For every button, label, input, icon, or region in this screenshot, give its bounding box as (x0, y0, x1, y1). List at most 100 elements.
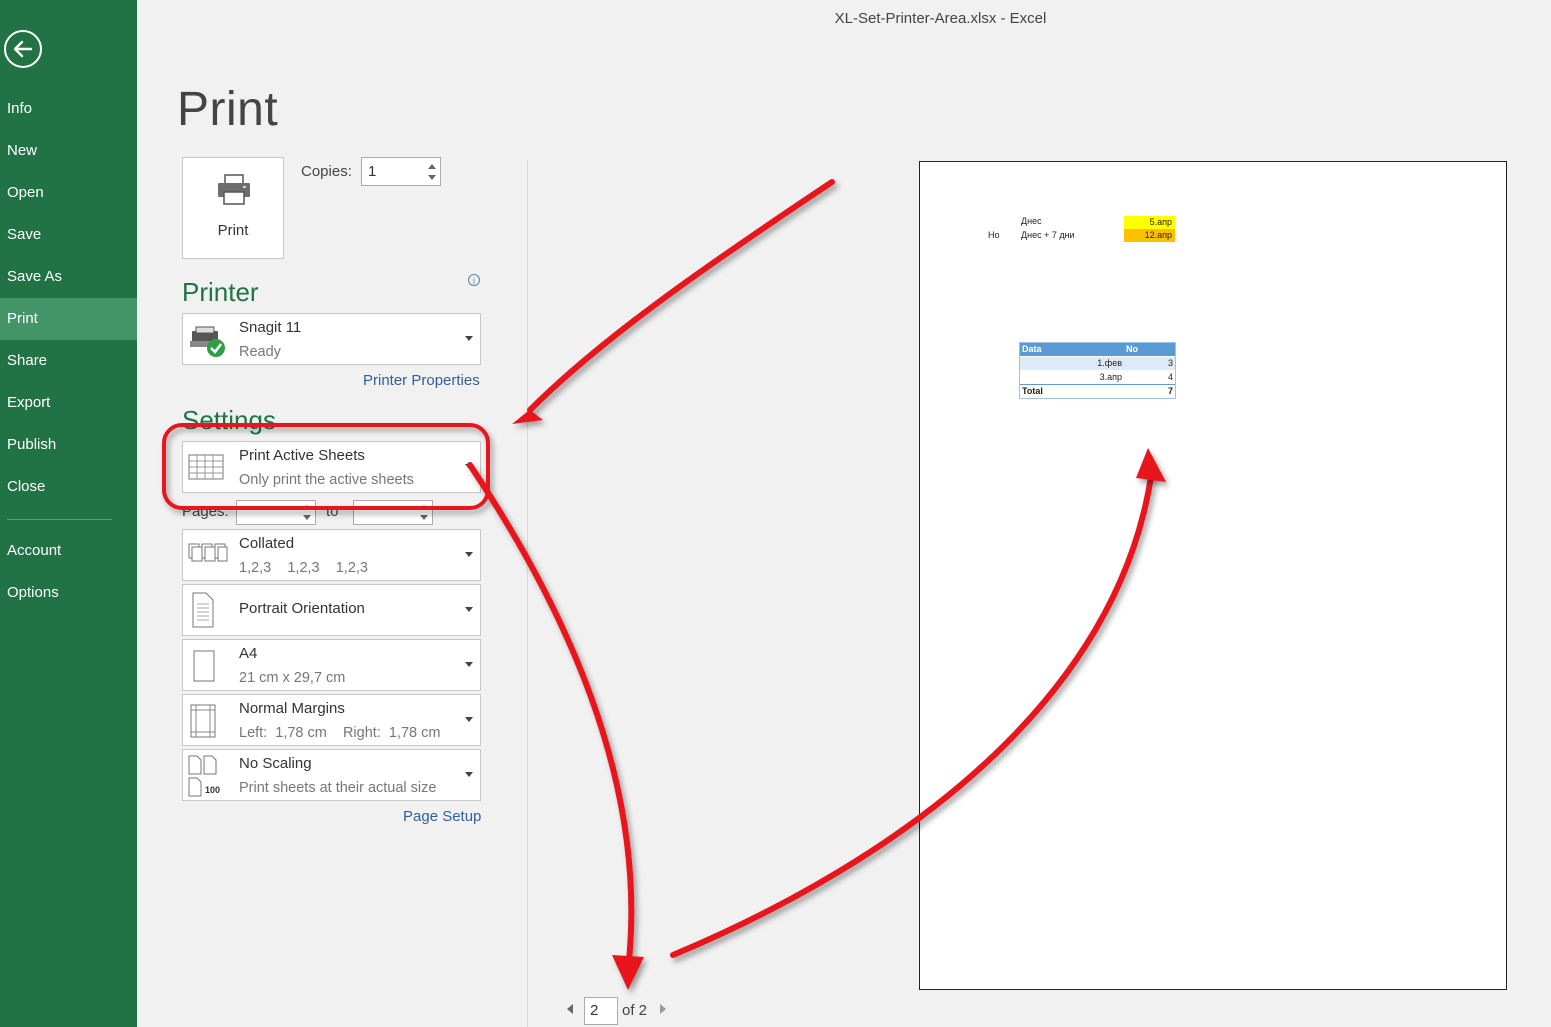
margins-icon (190, 704, 216, 738)
nav-open[interactable]: Open (0, 172, 137, 214)
paper-size-dropdown[interactable]: A4 21 cm x 29,7 cm (182, 639, 481, 691)
margins-dropdown[interactable]: Normal Margins Left: 1,78 cm Right: 1,78… (182, 694, 481, 746)
print-what-subtitle: Only print the active sheets (239, 472, 414, 488)
no-scaling-icon: 100 (188, 755, 220, 797)
orientation-dropdown[interactable]: Portrait Orientation (182, 584, 481, 636)
chevron-down-icon (465, 772, 473, 777)
nav-options[interactable]: Options (0, 572, 137, 614)
nav-export[interactable]: Export (0, 382, 137, 424)
nav-info[interactable]: Info (0, 88, 137, 130)
table-row: 1.фев 3 (1020, 357, 1175, 370)
nav-publish[interactable]: Publish (0, 424, 137, 466)
settings-heading: Settings (182, 405, 276, 435)
backstage-sidebar: Info New Open Save Save As Print Share E… (0, 0, 137, 1027)
chevron-down-icon (465, 717, 473, 722)
printer-name: Snagit 11 (239, 319, 302, 336)
portrait-page-icon (192, 592, 214, 628)
preview-header-no: No (1126, 344, 1138, 354)
preview-total-row: Total 7 (1020, 384, 1175, 398)
pages-to-label: to (326, 503, 339, 520)
spin-down-icon[interactable] (303, 515, 311, 520)
page-title: Print (177, 83, 279, 136)
page-count-label: of 2 (622, 1002, 648, 1019)
margins-subtitle: Left: 1,78 cm Right: 1,78 cm (239, 725, 441, 741)
nav-save[interactable]: Save (0, 214, 137, 256)
printer-dropdown[interactable]: Snagit 11 Ready (182, 313, 481, 365)
arrow-to-settings (527, 179, 835, 413)
preview-cell-date: 1.фев (1097, 358, 1122, 368)
arrowhead-settings (512, 395, 548, 424)
nav-share[interactable]: Share (0, 340, 137, 382)
next-page-icon[interactable] (660, 1004, 666, 1014)
previous-page-icon[interactable] (567, 1004, 573, 1014)
preview-today-label: Днес (1021, 216, 1042, 226)
paper-size-title: A4 (239, 645, 258, 662)
table-row: 3.апр 4 (1020, 371, 1175, 384)
print-button-label: Print (217, 222, 249, 239)
nav-close[interactable]: Close (0, 466, 137, 508)
copies-label: Copies: (301, 163, 352, 180)
spin-down-icon[interactable] (420, 515, 428, 520)
sheet-grid-icon (188, 454, 224, 480)
collation-dropdown[interactable]: Collated 1,2,3 1,2,3 1,2,3 (182, 529, 481, 581)
chevron-down-icon (465, 662, 473, 667)
chevron-down-icon (465, 464, 473, 469)
arrow-to-pager (467, 462, 635, 973)
paper-size-icon (193, 650, 215, 682)
pages-label: Pages: (182, 503, 229, 520)
chevron-down-icon (465, 552, 473, 557)
chevron-down-icon (465, 336, 473, 341)
nav-account[interactable]: Account (0, 530, 137, 572)
back-arrow-icon[interactable] (4, 30, 42, 68)
spin-up-icon[interactable] (428, 164, 436, 169)
printer-icon (218, 174, 250, 205)
collation-title: Collated (239, 535, 295, 552)
nav-print[interactable]: Print (0, 298, 137, 340)
preview-cell-date: 3.апр (1099, 372, 1122, 382)
orientation-title: Portrait Orientation (239, 600, 365, 617)
info-icon[interactable]: i (468, 274, 480, 286)
preview-cell-no: 3 (1167, 358, 1173, 368)
margins-title: Normal Margins (239, 700, 345, 717)
arrowhead-pager (612, 955, 644, 990)
printer-ready-icon (190, 326, 225, 357)
preview-today-value: 5.апр (1124, 216, 1175, 229)
collated-pages-icon (188, 543, 228, 562)
copies-value: 1 (368, 163, 377, 180)
printer-heading: Printer (182, 277, 259, 307)
paper-size-subtitle: 21 cm x 29,7 cm (239, 670, 346, 686)
preview-plus7-value: 12.апр (1124, 229, 1175, 242)
nav-new[interactable]: New (0, 130, 137, 172)
page-number-input[interactable]: 2 (584, 997, 618, 1025)
spin-down-icon[interactable] (428, 175, 436, 180)
pages-to-stepper[interactable] (353, 500, 433, 525)
preview-table-header: Data No (1020, 343, 1175, 356)
pane-divider (527, 160, 528, 1027)
scaling-dropdown[interactable]: 100 No Scaling Print sheets at their act… (182, 749, 481, 801)
printer-status: Ready (239, 344, 281, 360)
printer-properties-link[interactable]: Printer Properties (363, 372, 480, 389)
copies-stepper[interactable]: 1 (361, 157, 441, 186)
nav-save-as[interactable]: Save As (0, 256, 137, 298)
scaling-title: No Scaling (239, 755, 312, 772)
spin-up-icon[interactable] (303, 505, 311, 510)
preview-cell-no: 4 (1167, 372, 1173, 382)
print-preview-page: Днес 5.апр Но Днес + 7 дни 12.апр Data N… (919, 161, 1507, 990)
print-what-title: Print Active Sheets (239, 447, 365, 464)
scaling-icon-label: 100 (205, 785, 220, 795)
preview-total-label: Total (1022, 386, 1043, 396)
preview-table: Data No 1.фев 3 3.апр 4 Total 7 (1019, 342, 1176, 399)
window-title: XL-Set-Printer-Area.xlsx - Excel (834, 10, 1047, 27)
pages-from-stepper[interactable] (236, 500, 316, 525)
preview-row2-prefix: Но (988, 230, 1000, 240)
collation-subtitle: 1,2,3 1,2,3 1,2,3 (239, 560, 368, 576)
print-button[interactable]: Print (182, 157, 284, 259)
nav-divider (7, 519, 112, 520)
spin-up-icon[interactable] (420, 505, 428, 510)
page-setup-link[interactable]: Page Setup (403, 808, 481, 825)
preview-plus7-label: Днес + 7 дни (1021, 230, 1075, 240)
preview-total-value: 7 (1167, 386, 1173, 396)
chevron-down-icon (465, 607, 473, 612)
scaling-subtitle: Print sheets at their actual size (239, 780, 437, 796)
print-what-dropdown[interactable]: Print Active Sheets Only print the activ… (182, 441, 481, 493)
